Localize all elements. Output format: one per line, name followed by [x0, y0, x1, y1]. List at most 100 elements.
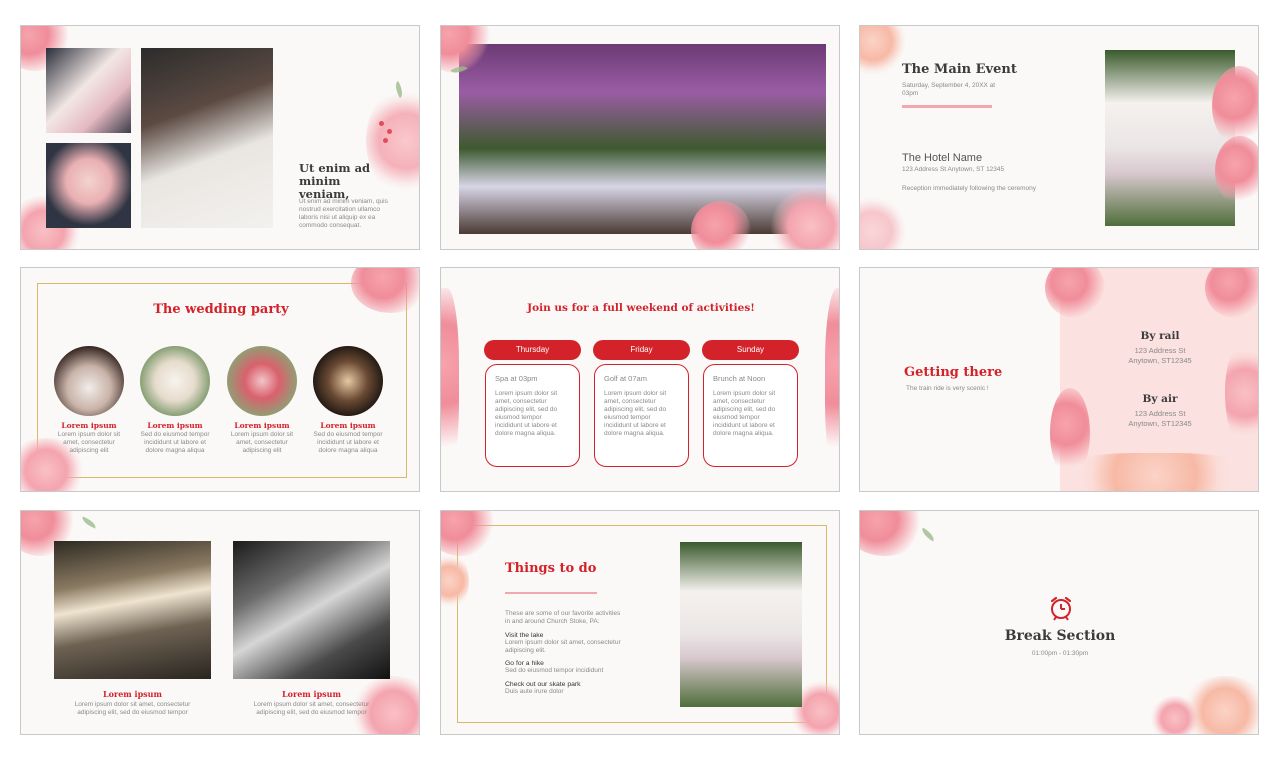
- photo-bouquet: [46, 143, 131, 228]
- party-photo-1: [54, 346, 124, 416]
- member-desc: Sed do eiusmod tempor incididunt ut labo…: [140, 431, 210, 454]
- things-item-1: Visit the lake Lorem ipsum dolor sit ame…: [505, 632, 635, 655]
- member-name: Lorem ipsum: [61, 421, 117, 430]
- things-title: Things to do: [505, 561, 597, 576]
- getting-there-subtitle: The train ride is very scenic !: [906, 385, 989, 392]
- rail-line1: 123 Address St: [1134, 346, 1186, 355]
- activity-time: Golf at 07am: [604, 374, 647, 383]
- photo-forest-couple: [54, 541, 211, 679]
- title-underline: [505, 592, 597, 594]
- photo-caption-right: Lorem ipsum Lorem ipsum dolor sit amet, …: [233, 689, 390, 717]
- caption-body: Lorem ipsum dolor sit amet, consectetur …: [74, 701, 191, 716]
- activity-time: Brunch at Noon: [713, 374, 766, 383]
- activity-body: Lorem ipsum dolor sit amet, consectetur …: [604, 389, 667, 437]
- photo-caption-left: Lorem ipsum Lorem ipsum dolor sit amet, …: [54, 689, 211, 717]
- flower-decoration: [1055, 453, 1255, 491]
- break-title: Break Section: [1004, 628, 1116, 644]
- flower-decoration: [860, 26, 905, 76]
- party-title: The wedding party: [153, 302, 289, 317]
- party-member-2: Lorem ipsum Sed do eiusmod tempor incidi…: [137, 421, 213, 455]
- air-line2: Anytown, ST12345: [1128, 418, 1192, 428]
- caption-title: Lorem ipsum: [282, 689, 341, 699]
- member-name: Lorem ipsum: [147, 421, 203, 430]
- photo-hands: [46, 48, 131, 133]
- activity-card-2: Golf at 07am Lorem ipsum dolor sit amet,…: [594, 364, 689, 467]
- slide-5[interactable]: Join us for a full weekend of activities…: [440, 267, 840, 492]
- activity-body: Lorem ipsum dolor sit amet, consectetur …: [713, 389, 776, 437]
- photo-gazebo: [680, 542, 802, 707]
- flower-decoration: [860, 196, 905, 249]
- flower-decoration: [1215, 136, 1258, 206]
- member-desc: Lorem ipsum dolor sit amet, consectetur …: [57, 431, 121, 454]
- break-time: 01:00pm - 01:30pm: [1031, 650, 1089, 657]
- berry-decoration: [387, 129, 392, 134]
- alarm-clock-icon: [1048, 595, 1074, 621]
- rail-info: By rail 123 Address St Anytown, ST12345: [1090, 330, 1230, 365]
- party-photo-2: [140, 346, 210, 416]
- slide-2[interactable]: [440, 25, 840, 250]
- item-title: Go for a hike: [505, 660, 544, 667]
- berry-decoration: [383, 138, 388, 143]
- flower-decoration: [1225, 338, 1258, 448]
- rail-line2: Anytown, ST12345: [1128, 355, 1192, 365]
- member-name: Lorem ipsum: [320, 421, 376, 430]
- slide-heading: Ut enim ad minim veniam,: [299, 161, 371, 201]
- photo-car-couple: [233, 541, 390, 679]
- event-title: The Main Event: [902, 62, 1017, 77]
- air-info: By air 123 Address St Anytown, ST12345: [1090, 393, 1230, 428]
- slide-9[interactable]: Break Section 01:00pm - 01:30pm: [859, 510, 1259, 735]
- caption-body: Lorem ipsum dolor sit amet, consectetur …: [253, 701, 370, 716]
- air-title: By air: [1142, 393, 1178, 405]
- slide-6[interactable]: Getting there The train ride is very sce…: [859, 267, 1259, 492]
- slide-3[interactable]: The Main Event Saturday, September 4, 20…: [859, 25, 1259, 250]
- member-name: Lorem ipsum: [234, 421, 290, 430]
- getting-there-title: Getting there: [904, 365, 1003, 380]
- activity-card-3: Brunch at Noon Lorem ipsum dolor sit ame…: [703, 364, 798, 467]
- day-pill-thursday: Thursday: [484, 340, 581, 360]
- flower-decoration: [1212, 66, 1258, 146]
- activity-body: Lorem ipsum dolor sit amet, consectetur …: [495, 389, 558, 437]
- activities-title: Join us for a full weekend of activities…: [527, 302, 755, 314]
- party-member-1: Lorem ipsum Lorem ipsum dolor sit amet, …: [51, 421, 127, 455]
- item-title: Check out our skate park: [505, 681, 581, 688]
- slide-4[interactable]: The wedding party Lorem ipsum Lorem ipsu…: [20, 267, 420, 492]
- item-body: Sed do eiusmod tempor incididunt: [505, 667, 604, 674]
- day-pill-friday: Friday: [593, 340, 690, 360]
- flower-decoration: [1150, 696, 1200, 734]
- air-line1: 123 Address St: [1134, 409, 1186, 418]
- member-desc: Lorem ipsum dolor sit amet, consectetur …: [230, 431, 294, 454]
- item-body: Lorem ipsum dolor sit amet, consectetur …: [505, 639, 621, 654]
- slide-body: Ut enim ad minim veniam, quis nostrud ex…: [299, 198, 388, 229]
- things-intro: These are some of our favorite activitie…: [505, 610, 621, 625]
- event-date: Saturday, September 4, 20XX at 03pm: [902, 82, 996, 97]
- flower-decoration: [825, 288, 839, 478]
- reception-note: Reception immediately following the cere…: [902, 185, 1037, 192]
- item-title: Visit the lake: [505, 632, 544, 639]
- title-underline: [902, 105, 992, 108]
- slide-1[interactable]: Ut enim ad minim veniam, Ut enim ad mini…: [20, 25, 420, 250]
- venue-address: 123 Address St Anytown, ST 12345: [902, 166, 1005, 173]
- things-item-3: Check out our skate park Duis aute irure…: [505, 681, 635, 696]
- things-item-2: Go for a hike Sed do eiusmod tempor inci…: [505, 660, 635, 675]
- berry-decoration: [379, 121, 384, 126]
- slide-7[interactable]: Lorem ipsum Lorem ipsum dolor sit amet, …: [20, 510, 420, 735]
- party-member-4: Lorem ipsum Sed do eiusmod tempor incidi…: [310, 421, 386, 455]
- slide-8[interactable]: Things to do These are some of our favor…: [440, 510, 840, 735]
- member-desc: Sed do eiusmod tempor incididunt ut labo…: [313, 431, 383, 454]
- rail-title: By rail: [1140, 330, 1180, 342]
- activity-time: Spa at 03pm: [495, 374, 538, 383]
- party-member-3: Lorem ipsum Lorem ipsum dolor sit amet, …: [224, 421, 300, 455]
- photo-couple: [141, 48, 273, 228]
- flower-decoration: [441, 288, 459, 478]
- day-pill-sunday: Sunday: [702, 340, 799, 360]
- photo-garden-party: [459, 44, 826, 234]
- venue-name: The Hotel Name: [902, 152, 983, 164]
- photo-gazebo: [1105, 50, 1235, 226]
- item-body: Duis aute irure dolor: [505, 688, 564, 695]
- caption-title: Lorem ipsum: [103, 689, 162, 699]
- flower-decoration: [860, 511, 925, 556]
- party-photo-4: [313, 346, 383, 416]
- activity-card-1: Spa at 03pm Lorem ipsum dolor sit amet, …: [485, 364, 580, 467]
- leaf-decoration: [80, 516, 98, 529]
- party-photo-3: [227, 346, 297, 416]
